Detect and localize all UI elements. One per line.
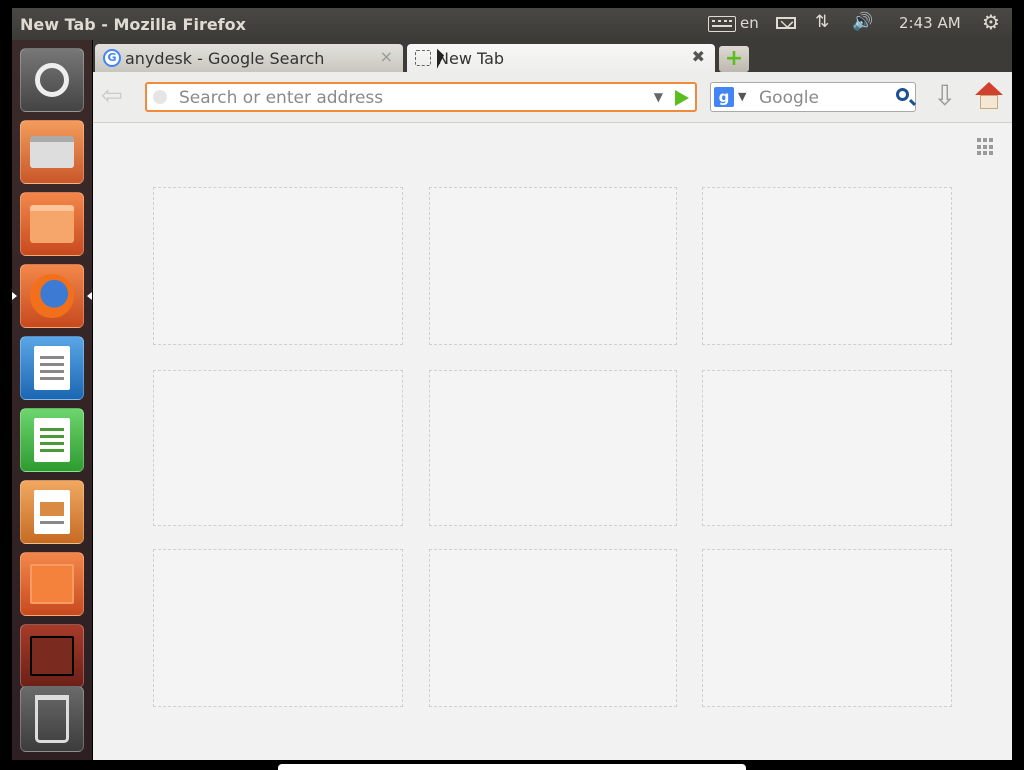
tab-new-tab[interactable]: New Tab ✖ xyxy=(407,44,715,72)
go-arrow-icon[interactable] xyxy=(675,90,689,106)
firefox-icon xyxy=(30,274,74,318)
new-tab-tile[interactable] xyxy=(153,370,403,526)
back-button[interactable]: ⇦ xyxy=(101,83,131,110)
active-app-right-arrow-icon xyxy=(87,292,92,300)
launcher-impress[interactable] xyxy=(20,480,84,544)
new-tab-tile[interactable] xyxy=(429,549,677,707)
new-tab-grid-toggle-button[interactable] xyxy=(977,138,995,156)
tab-strip: G anydesk - Google Search × New Tab ✖ + xyxy=(93,40,1012,72)
blank-page-favicon-icon xyxy=(415,50,431,66)
tab-label: New Tab xyxy=(437,49,505,68)
active-app-left-arrow-icon xyxy=(12,292,17,300)
volume-icon[interactable]: 🔊 xyxy=(852,12,873,32)
navigation-toolbar: ⇦ ▼ g ▼ ⇩ xyxy=(93,72,1012,123)
tab-close-icon[interactable]: ✖ xyxy=(692,47,705,66)
url-input[interactable] xyxy=(177,87,641,109)
google-engine-icon[interactable]: g xyxy=(714,87,734,107)
new-tab-button[interactable]: + xyxy=(719,46,749,72)
keyboard-language-indicator[interactable]: en xyxy=(740,14,759,32)
calc-spreadsheet-icon xyxy=(34,418,70,462)
launcher-amazon[interactable] xyxy=(20,624,84,688)
trash-icon xyxy=(35,695,69,743)
ubuntu-logo-icon xyxy=(35,63,69,97)
site-identity-icon[interactable] xyxy=(153,90,167,104)
shopping-bag-icon xyxy=(30,564,74,604)
new-tab-tile[interactable] xyxy=(429,370,677,526)
search-bar[interactable]: g ▼ xyxy=(710,82,916,112)
launcher-home-folder[interactable] xyxy=(20,192,84,256)
firefox-window: G anydesk - Google Search × New Tab ✖ + … xyxy=(93,40,1012,760)
search-engine-dropdown-icon[interactable]: ▼ xyxy=(738,90,746,103)
tab-google-search[interactable]: G anydesk - Google Search × xyxy=(95,44,403,72)
folder-icon xyxy=(30,205,74,243)
window-title: New Tab - Mozilla Firefox xyxy=(20,15,246,34)
launcher-calc[interactable] xyxy=(20,408,84,472)
writer-document-icon xyxy=(34,346,70,390)
mouse-cursor-icon xyxy=(437,48,444,72)
launcher-software-center[interactable] xyxy=(20,552,84,616)
search-icon[interactable] xyxy=(896,88,909,101)
impress-presentation-icon xyxy=(34,490,70,534)
downloads-button[interactable]: ⇩ xyxy=(933,82,956,112)
new-tab-tile[interactable] xyxy=(702,187,952,345)
launcher-dash-home[interactable] xyxy=(20,48,84,112)
new-tab-tile[interactable] xyxy=(153,187,403,345)
mail-icon[interactable] xyxy=(776,17,796,29)
clock[interactable]: 2:43 AM xyxy=(899,14,961,32)
keyboard-icon[interactable] xyxy=(708,16,736,32)
tab-label: anydesk - Google Search xyxy=(125,49,325,68)
launcher-trash[interactable] xyxy=(20,686,84,752)
session-gear-icon[interactable]: ⚙ xyxy=(982,10,1000,34)
launcher xyxy=(12,40,92,760)
new-tab-tile[interactable] xyxy=(153,549,403,707)
tab-close-icon[interactable]: × xyxy=(380,47,393,66)
url-bar[interactable]: ▼ xyxy=(145,82,697,112)
home-icon xyxy=(980,95,998,109)
google-favicon-icon: G xyxy=(103,49,121,67)
drive-icon xyxy=(30,136,74,168)
launcher-firefox[interactable] xyxy=(20,264,84,328)
new-tab-tile[interactable] xyxy=(429,187,677,345)
new-tab-tile[interactable] xyxy=(702,549,952,707)
new-tab-tile[interactable] xyxy=(702,370,952,526)
url-history-dropdown-icon[interactable]: ▼ xyxy=(654,90,663,104)
amazon-icon xyxy=(30,636,74,676)
launcher-files[interactable] xyxy=(20,120,84,184)
network-icon[interactable]: ⇅ xyxy=(815,12,829,32)
screen-bottom-bar xyxy=(278,764,746,770)
home-roof-icon xyxy=(975,82,1003,95)
home-button[interactable] xyxy=(973,82,1005,112)
launcher-writer[interactable] xyxy=(20,336,84,400)
search-input[interactable] xyxy=(757,87,889,109)
